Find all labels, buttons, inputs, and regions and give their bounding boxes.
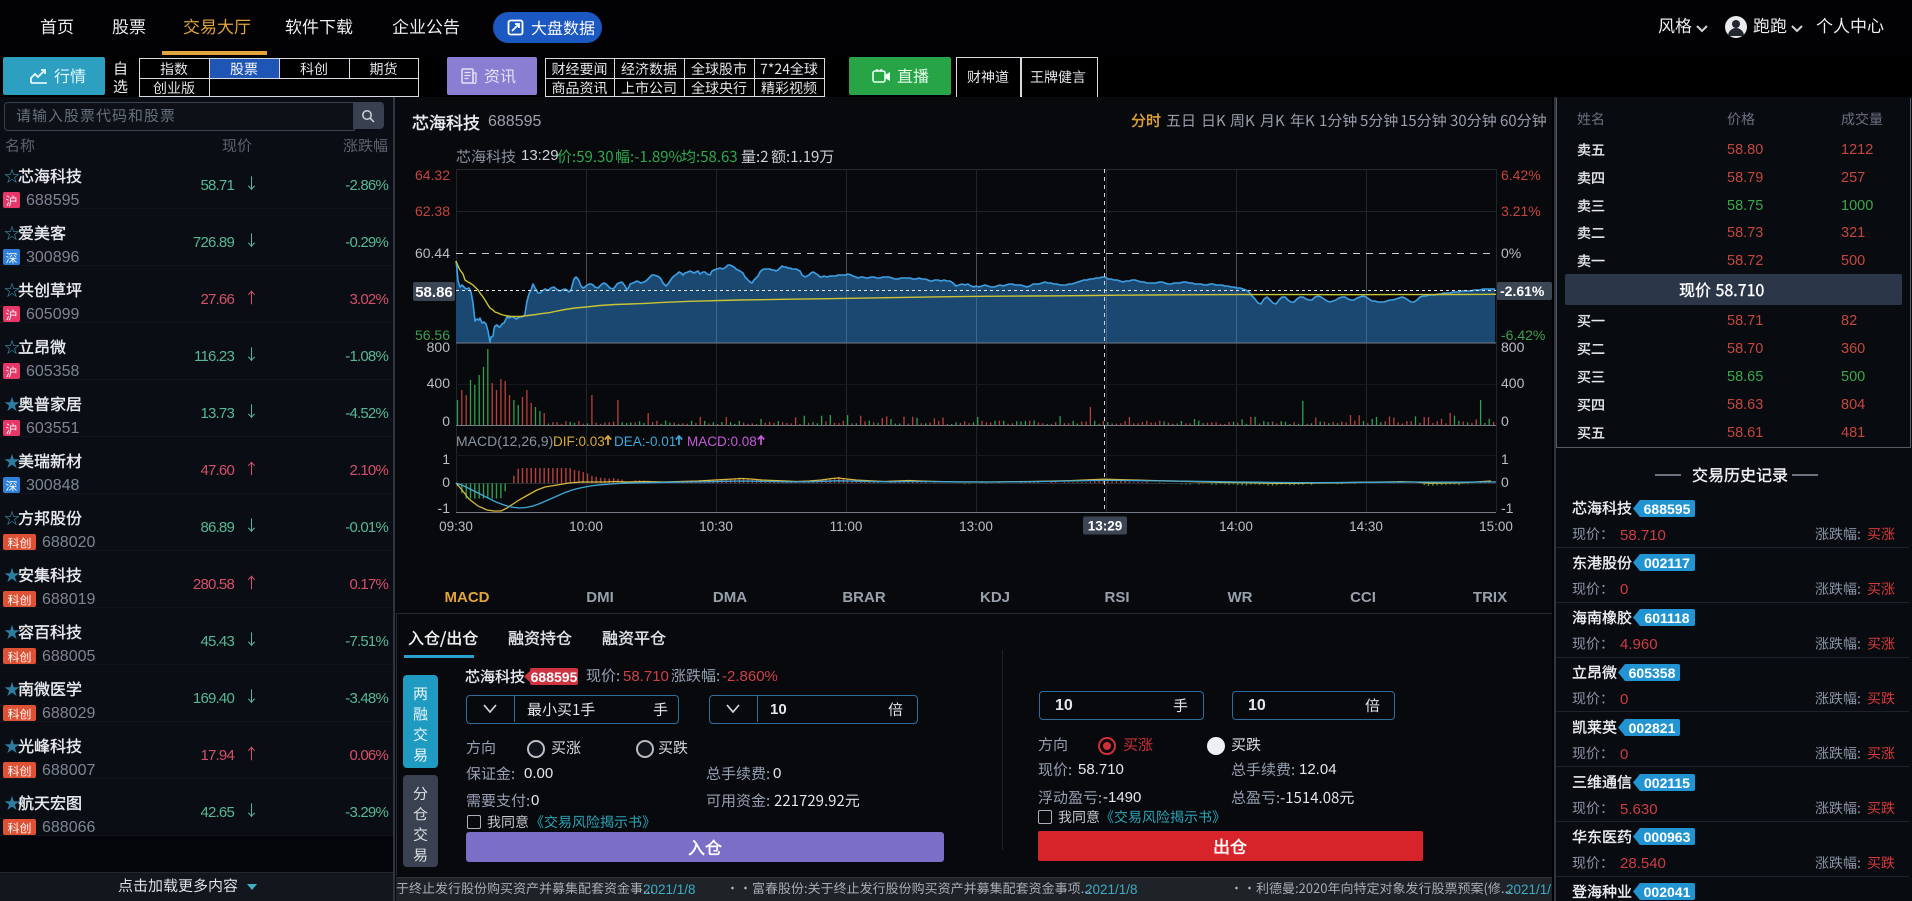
svg-text:14:00: 14:00 [1219, 519, 1253, 534]
svg-text:-1: -1 [438, 500, 451, 516]
svg-text:14:30: 14:30 [1349, 519, 1383, 534]
svg-text:DEA:-0.01: DEA:-0.01 [614, 434, 676, 449]
svg-text:11:00: 11:00 [830, 519, 863, 534]
svg-text:-1: -1 [1501, 500, 1514, 516]
svg-text:0%: 0% [1501, 245, 1521, 261]
svg-text:58.86: 58.86 [415, 284, 453, 301]
svg-text:DIF:0.03: DIF:0.03 [553, 434, 605, 449]
svg-text:0: 0 [1501, 413, 1509, 429]
svg-text:13:00: 13:00 [959, 519, 993, 534]
svg-text:1: 1 [1501, 451, 1509, 467]
svg-text:62.38: 62.38 [415, 203, 450, 219]
svg-text:MACD(12,26,9): MACD(12,26,9) [456, 433, 553, 449]
svg-text:6.42%: 6.42% [1501, 167, 1541, 183]
svg-text:400: 400 [1501, 375, 1525, 391]
svg-text:0: 0 [442, 413, 450, 429]
svg-text:1: 1 [442, 451, 450, 467]
svg-text:64.32: 64.32 [415, 167, 450, 183]
svg-text:10:00: 10:00 [569, 519, 603, 534]
svg-text:13:29: 13:29 [1088, 519, 1123, 534]
svg-text:15:00: 15:00 [1479, 519, 1513, 534]
svg-text:0: 0 [442, 474, 450, 490]
svg-text:3.21%: 3.21% [1501, 203, 1541, 219]
svg-text:400: 400 [427, 375, 451, 391]
svg-text:800: 800 [1501, 339, 1525, 355]
svg-text:MACD:0.08: MACD:0.08 [687, 434, 757, 449]
svg-text:60.44: 60.44 [415, 245, 450, 261]
svg-text:800: 800 [427, 339, 451, 355]
svg-text:09:30: 09:30 [439, 519, 473, 534]
svg-text:0: 0 [1501, 474, 1509, 490]
svg-text:10:30: 10:30 [699, 519, 733, 534]
svg-text:-2.61%: -2.61% [1500, 283, 1545, 299]
